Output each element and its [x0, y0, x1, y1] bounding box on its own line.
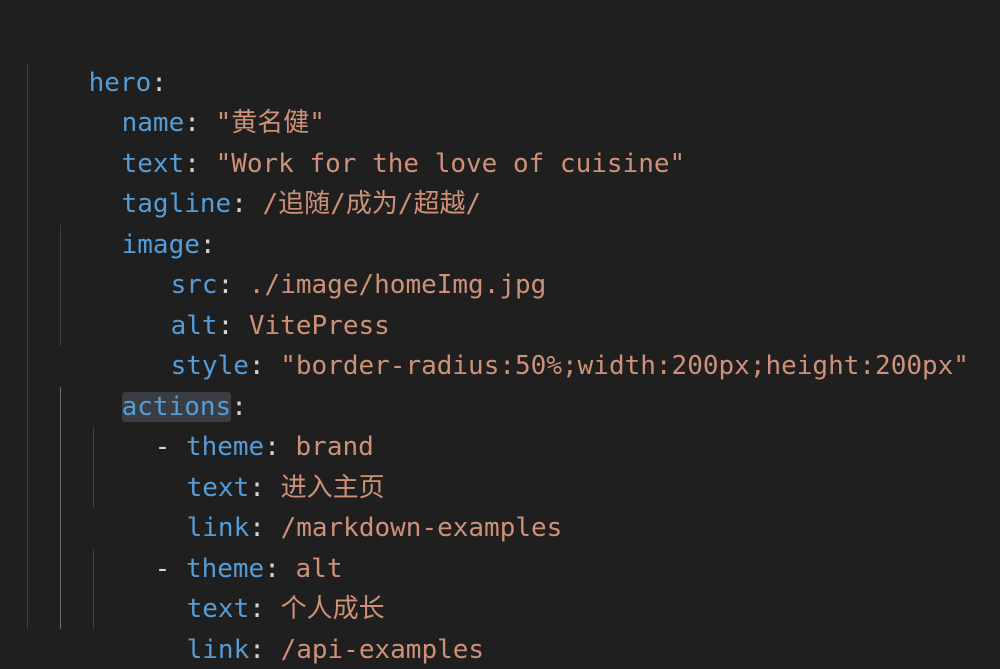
yaml-value: /api-examples: [280, 635, 485, 665]
yaml-separator: :: [231, 189, 263, 219]
code-line[interactable]: text: "Work for the love of cuisine": [59, 104, 686, 179]
code-line[interactable]: link: /api-examples: [124, 590, 484, 665]
code-line[interactable]: image:: [59, 185, 216, 260]
yaml-separator: :: [248, 351, 281, 381]
yaml-separator: :: [249, 635, 281, 665]
yaml-key: link: [186, 635, 250, 665]
code-line[interactable]: hero:: [26, 23, 167, 98]
code-line[interactable]: text: 进入主页: [124, 428, 385, 503]
indent-guide: [27, 63, 28, 629]
code-line[interactable]: style: "border-radius:50%;width:200px;he…: [108, 306, 969, 381]
code-line[interactable]: - theme: brand: [92, 387, 374, 462]
yaml-value: /追随/成为/超越/: [262, 189, 482, 219]
code-line[interactable]: tagline: /追随/成为/超越/: [59, 144, 482, 219]
code-line[interactable]: text: 个人成长: [124, 549, 385, 624]
code-line[interactable]: alt: VitePress: [108, 266, 390, 341]
code-line[interactable]: src: ./image/homeImg.jpg: [108, 225, 547, 300]
code-line[interactable]: - theme: alt: [92, 509, 343, 584]
code-line[interactable]: link: /markdown-examples: [124, 468, 563, 543]
code-line[interactable]: name: "黄名健": [59, 63, 325, 138]
yaml-value: "border-radius:50%;width:200px;height:20…: [280, 351, 969, 381]
code-line[interactable]: actions:: [59, 347, 247, 422]
code-editor[interactable]: hero: name: "黄名健" text: "Work for the lo…: [0, 0, 1000, 669]
